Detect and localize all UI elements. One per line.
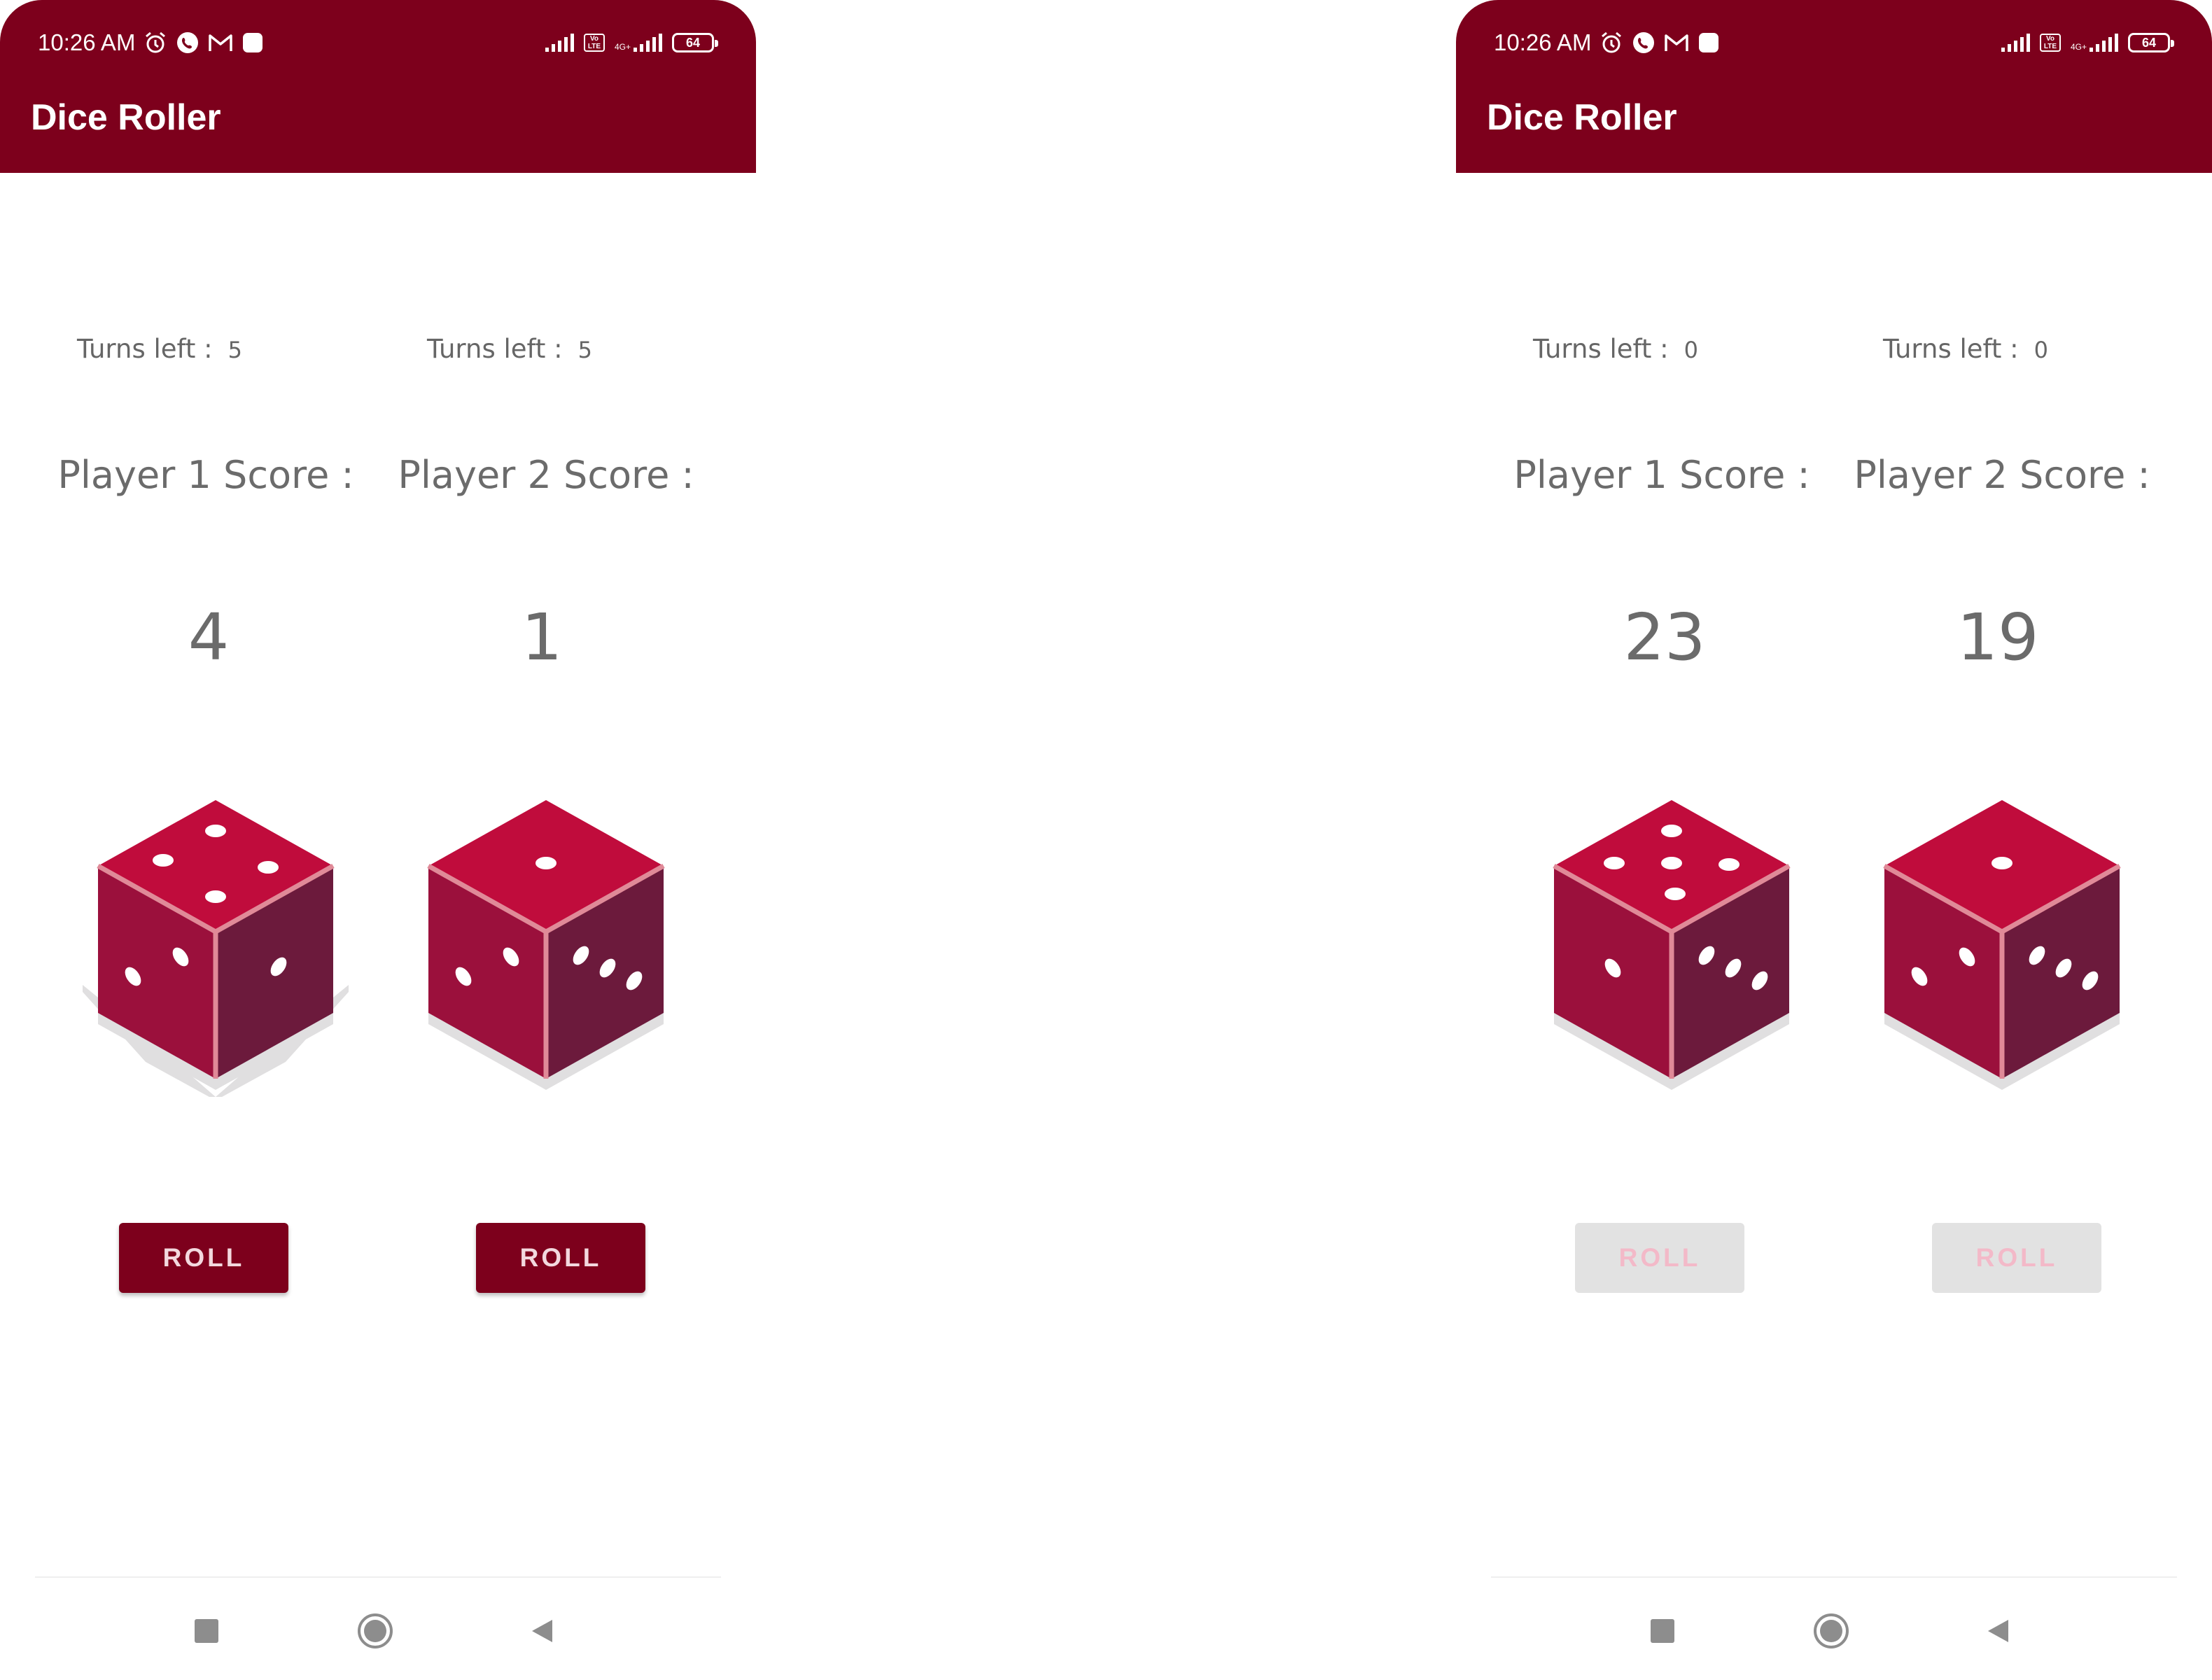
turns-left-row: Turns left : 0 <box>1883 334 2048 364</box>
turns-left-label: Turns left : <box>1883 334 2019 364</box>
roll-button[interactable]: ROLL <box>476 1223 645 1293</box>
network-type: 4G+ <box>2070 42 2087 52</box>
volte-badge: Vo LTE <box>2039 34 2061 52</box>
roll-button[interactable]: ROLL <box>119 1223 288 1293</box>
turns-left-value: 5 <box>578 337 592 363</box>
score-label: Player 2 Score : <box>1854 453 2150 497</box>
signal-4g-icon: 4G+ <box>2071 34 2118 52</box>
back-triangle-icon[interactable] <box>522 1610 564 1652</box>
score-value: 1 <box>521 600 563 675</box>
whatsapp-call-icon <box>176 31 200 55</box>
turns-left-label: Turns left : <box>427 334 563 364</box>
app-title: Dice Roller <box>31 97 221 138</box>
turns-left-row: Turns left : 0 <box>1533 334 1698 364</box>
turns-left-label: Turns left : <box>1533 334 1669 364</box>
dice-image <box>406 789 686 1097</box>
phone-screen-left: 10:26 AM Vo LTE 4G+ 64 Dice Roller Turns… <box>0 0 756 1680</box>
home-circle-icon[interactable] <box>1810 1610 1852 1652</box>
battery-icon: 64 <box>672 33 718 52</box>
turns-left-value: 0 <box>1684 337 1698 363</box>
player-2-panel: Turns left : 5 Player 2 Score : 1 ROLL <box>378 173 756 1559</box>
app-bar: 10:26 AM Vo LTE 4G+ 64 Dice Roller <box>1456 0 2212 173</box>
turns-left-value: 0 <box>2033 337 2048 363</box>
back-triangle-icon[interactable] <box>1977 1610 2019 1652</box>
score-label: Player 1 Score : <box>57 453 354 497</box>
turns-left-label: Turns left : <box>77 334 213 364</box>
status-time: 10:26 AM <box>38 29 136 55</box>
alarm-icon <box>1600 31 1623 55</box>
system-nav-bar <box>1456 1603 2212 1666</box>
gmail-icon <box>208 32 233 53</box>
signal-4g-icon: 4G+ <box>615 34 662 52</box>
battery-level: 64 <box>2141 35 2157 50</box>
score-value: 23 <box>1623 600 1706 675</box>
alarm-icon <box>144 31 167 55</box>
gmail-icon <box>1664 32 1689 53</box>
nav-divider <box>1491 1576 2177 1578</box>
nav-divider <box>35 1576 721 1578</box>
status-time: 10:26 AM <box>1494 29 1592 55</box>
score-label: Player 2 Score : <box>398 453 694 497</box>
system-nav-bar <box>0 1603 756 1666</box>
signal-icon <box>545 34 574 52</box>
dice-image <box>76 789 356 1100</box>
roll-button[interactable]: ROLL <box>1932 1223 2101 1293</box>
player-2-panel: Turns left : 0 Player 2 Score : 19 ROLL <box>1834 173 2212 1559</box>
app-bar: 10:26 AM Vo LTE 4G+ 64 Dice Roller <box>0 0 756 173</box>
app-notification-icon <box>241 31 264 54</box>
roll-button[interactable]: ROLL <box>1575 1223 1744 1293</box>
home-circle-icon[interactable] <box>354 1610 396 1652</box>
recents-square-icon[interactable] <box>1642 1610 1684 1652</box>
battery-level: 64 <box>685 35 701 50</box>
dice-image <box>1532 789 1812 1097</box>
score-label: Player 1 Score : <box>1513 453 1810 497</box>
turns-left-row: Turns left : 5 <box>427 334 592 364</box>
score-value: 4 <box>188 600 230 675</box>
phone-screen-right: 10:26 AM Vo LTE 4G+ 64 Dice Roller Turns… <box>1456 0 2212 1680</box>
recents-square-icon[interactable] <box>186 1610 227 1652</box>
turns-left-row: Turns left : 5 <box>77 334 242 364</box>
score-value: 19 <box>1956 600 2039 675</box>
battery-icon: 64 <box>2128 33 2174 52</box>
dice-image <box>1862 789 2142 1097</box>
player-1-panel: Turns left : 5 Player 1 Score : 4 ROLL <box>0 173 378 1559</box>
network-type: 4G+ <box>614 42 631 52</box>
whatsapp-call-icon <box>1632 31 1656 55</box>
app-notification-icon <box>1698 31 1720 54</box>
status-bar: 10:26 AM Vo LTE 4G+ 64 <box>38 25 718 60</box>
turns-left-value: 5 <box>227 337 242 363</box>
signal-icon <box>2001 34 2030 52</box>
player-1-panel: Turns left : 0 Player 1 Score : 23 ROLL <box>1456 173 1834 1559</box>
app-title: Dice Roller <box>1487 97 1677 138</box>
volte-badge: Vo LTE <box>583 34 605 52</box>
status-bar: 10:26 AM Vo LTE 4G+ 64 <box>1494 25 2174 60</box>
